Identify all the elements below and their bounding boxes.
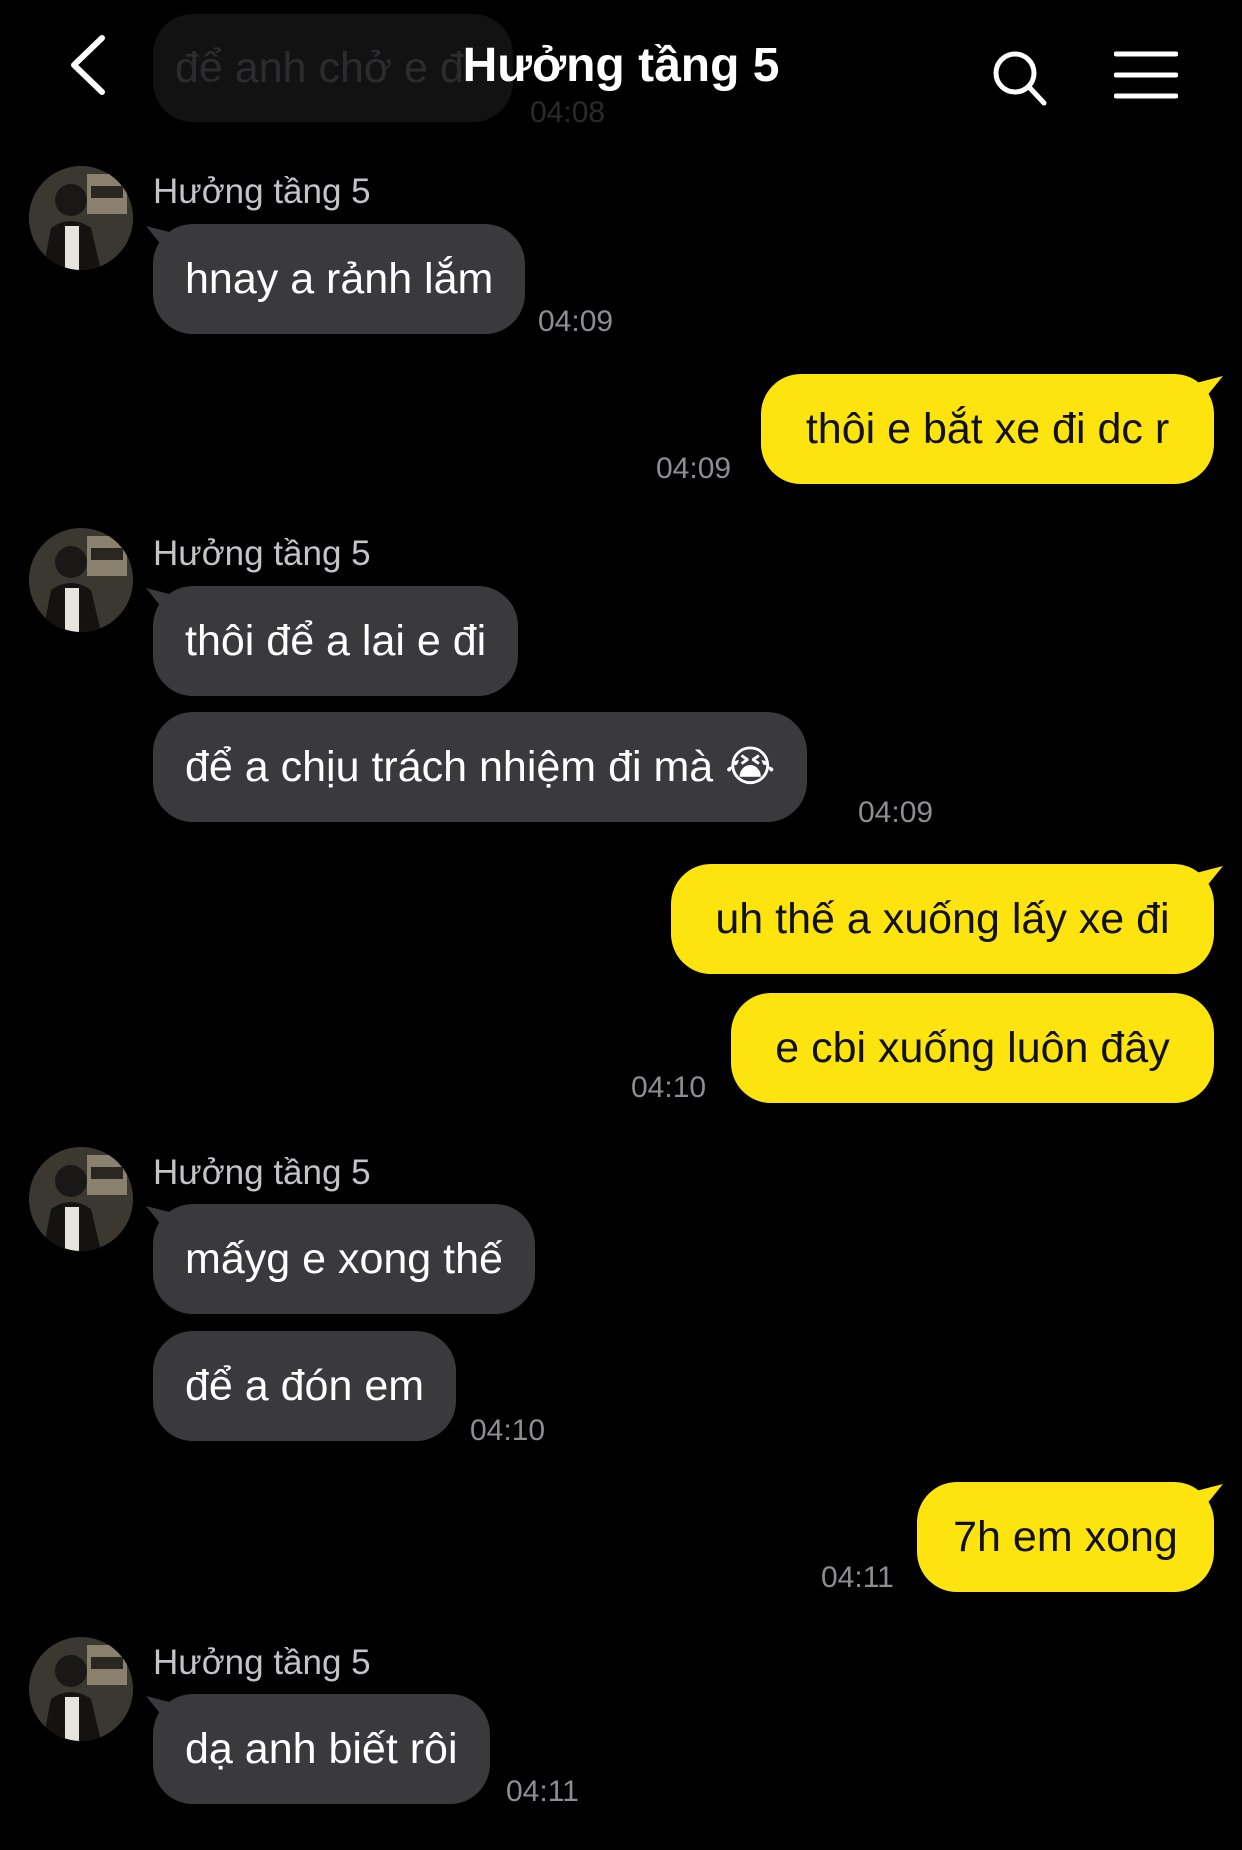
message-text: thôi để a lai e đi xyxy=(185,616,487,665)
sender-name: Hưởng tầng 5 xyxy=(153,172,371,211)
message-text: dạ anh biết rôi xyxy=(185,1724,458,1773)
search-button[interactable] xyxy=(990,48,1050,110)
ghost-message-time: 04:08 xyxy=(530,96,606,129)
outgoing-message[interactable]: thôi e bắt xe đi dc r xyxy=(761,374,1214,484)
avatar[interactable] xyxy=(29,528,133,632)
incoming-message[interactable]: để a chịu trách nhiệm đi mà 😭 xyxy=(153,712,808,822)
message-text: để a chịu trách nhiệm đi mà 😭 xyxy=(185,742,776,791)
avatar[interactable] xyxy=(29,1637,133,1741)
message-text: uh thế a xuống lấy xe đi xyxy=(715,894,1170,943)
outgoing-message[interactable]: 7h em xong xyxy=(917,1482,1214,1592)
incoming-message[interactable]: hnay a rảnh lắm xyxy=(153,224,526,334)
message-time: 04:09 xyxy=(858,796,934,829)
sender-name: Hưởng tầng 5 xyxy=(153,1153,371,1192)
sender-name: Hưởng tầng 5 xyxy=(153,534,371,573)
menu-button[interactable] xyxy=(1113,50,1179,100)
message-text: 7h em xong xyxy=(953,1512,1178,1561)
incoming-message[interactable]: để a đón em xyxy=(153,1331,457,1441)
chat-header: để anh chở e đi 04:08 Hưởng tầng 5 xyxy=(0,0,1242,140)
message-text: mấyg e xong thế xyxy=(185,1234,503,1283)
message-time: 04:10 xyxy=(631,1071,707,1104)
incoming-message[interactable]: dạ anh biết rôi xyxy=(153,1694,490,1804)
avatar[interactable] xyxy=(29,1147,133,1251)
message-time: 04:11 xyxy=(506,1775,579,1808)
message-text: để a đón em xyxy=(185,1361,425,1410)
message-time: 04:11 xyxy=(821,1561,894,1594)
outgoing-message[interactable]: uh thế a xuống lấy xe đi xyxy=(671,864,1214,974)
hamburger-menu-icon xyxy=(1113,51,1179,99)
message-text: thôi e bắt xe đi dc r xyxy=(805,404,1170,453)
avatar-photo xyxy=(29,1637,133,1741)
avatar-photo xyxy=(29,528,133,632)
sender-name: Hưởng tầng 5 xyxy=(153,1643,371,1682)
message-text: e cbi xuống luôn đây xyxy=(775,1023,1170,1072)
incoming-message[interactable]: mấyg e xong thế xyxy=(153,1204,535,1314)
message-text: hnay a rảnh lắm xyxy=(185,254,494,303)
search-icon xyxy=(993,51,1047,106)
message-time: 04:09 xyxy=(538,305,614,338)
avatar[interactable] xyxy=(29,166,133,270)
chat-title[interactable]: Hưởng tầng 5 xyxy=(0,38,1242,93)
avatar-photo xyxy=(29,1147,133,1251)
incoming-message[interactable]: thôi để a lai e đi xyxy=(153,586,519,696)
message-time: 04:10 xyxy=(470,1414,546,1447)
outgoing-message[interactable]: e cbi xuống luôn đây xyxy=(731,993,1214,1103)
message-time: 04:09 xyxy=(656,452,732,485)
avatar-photo xyxy=(29,166,133,270)
